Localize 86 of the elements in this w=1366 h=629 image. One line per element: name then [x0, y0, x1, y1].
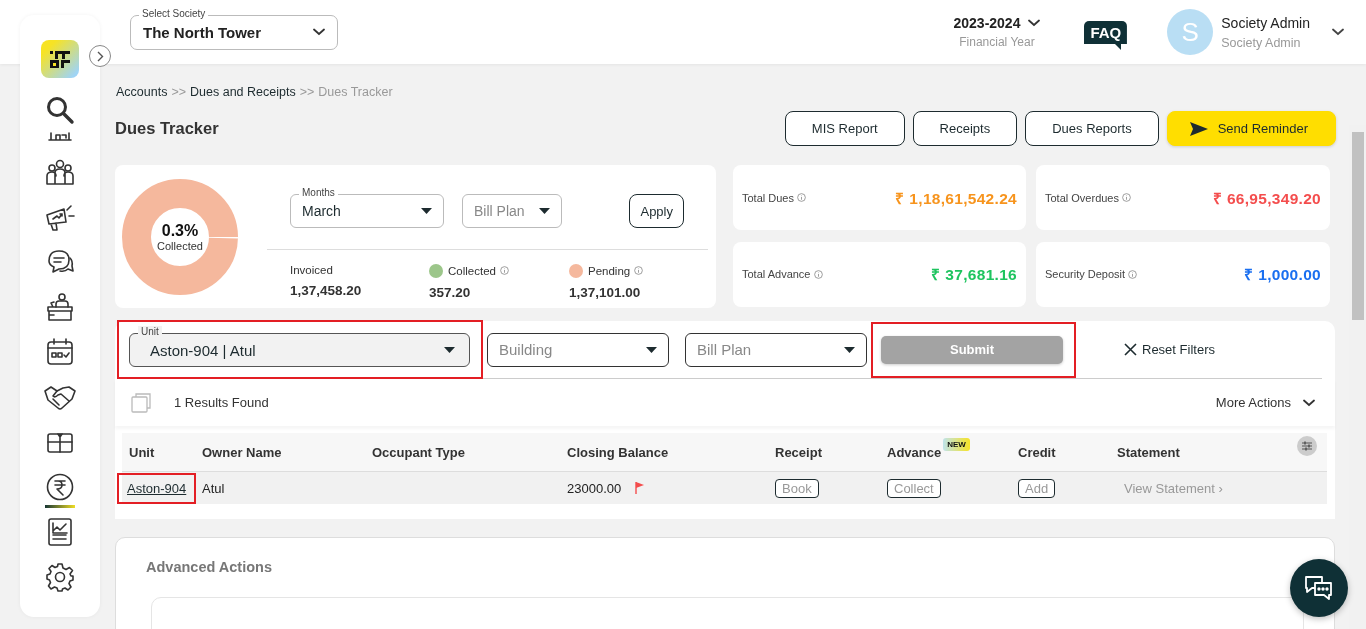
column-header: Credit — [1018, 444, 1056, 460]
stat-label: Pending — [588, 264, 631, 277]
info-icon — [797, 193, 806, 202]
sidebar-expand-button[interactable] — [89, 45, 111, 67]
unit-link[interactable]: Aston-904 — [127, 480, 187, 496]
chevron-down-icon — [1303, 398, 1315, 407]
column-settings-icon[interactable] — [1297, 436, 1317, 456]
column-header: Statement — [1117, 444, 1180, 460]
field-label: Months — [299, 187, 338, 199]
rupee-icon — [45, 472, 75, 502]
report-button[interactable]: Receipts — [912, 111, 1018, 146]
donut-caption: Collected — [157, 239, 203, 252]
total-amount: ₹ 66,95,349.20 — [1213, 188, 1321, 209]
column-header: Unit — [129, 444, 155, 460]
building-select[interactable]: Building — [487, 332, 669, 367]
send-icon — [1189, 121, 1208, 136]
report-button[interactable]: Dues Reports — [1025, 111, 1159, 146]
chevron-down-icon — [313, 28, 325, 36]
results-count: 1 Results Found — [174, 395, 269, 410]
report-button[interactable]: MIS Report — [784, 111, 905, 146]
total-label: Total Dues — [742, 191, 794, 204]
table-cell-text: Atul — [202, 480, 226, 496]
faq-button[interactable]: FAQ — [1084, 20, 1128, 50]
financial-year-caption: Financial Year — [959, 35, 1035, 49]
stat-label: Collected — [448, 264, 496, 277]
field-label: Select Society — [139, 7, 209, 20]
more-actions-button[interactable]: More Actions — [1215, 395, 1315, 410]
info-icon — [634, 266, 644, 275]
column-header: Owner Name — [202, 444, 282, 460]
caret-icon — [646, 346, 657, 353]
financial-year-select[interactable]: 2023-2024 — [953, 15, 1021, 31]
building-icon — [47, 130, 73, 142]
table-cell: 23000.00 — [567, 480, 622, 496]
settings-icon — [45, 562, 75, 592]
megaphone-icon — [44, 202, 76, 232]
people-icon — [45, 157, 75, 187]
column-header: Occupant Type — [372, 444, 465, 460]
report-icon — [45, 517, 75, 547]
collected-percent: 0.3% — [161, 221, 199, 240]
breadcrumb-current: Dues Tracker — [318, 85, 393, 99]
bill-plan-select[interactable]: Bill Plan — [462, 194, 562, 228]
total-amount: ₹ 1,18,61,542.24 — [895, 188, 1017, 209]
calendar-icon — [45, 337, 75, 367]
column-header: Closing Balance — [567, 444, 669, 460]
new-badge: NEW — [943, 437, 970, 451]
close-icon — [1124, 343, 1137, 356]
total-label: Security Deposit — [1045, 268, 1126, 280]
info-icon — [813, 269, 823, 279]
stat-value: 1,37,101.00 — [569, 284, 642, 300]
caret-icon — [444, 347, 455, 353]
chevron-right-icon — [96, 50, 104, 62]
stat-value: 357.20 — [429, 284, 472, 300]
desk-icon — [45, 292, 75, 322]
caret-icon — [421, 208, 432, 214]
apply-button[interactable]: Apply — [629, 194, 684, 228]
total-amount: ₹ 1,000.00 — [1244, 265, 1321, 285]
search-icon — [45, 95, 75, 125]
breadcrumb-separator: >> — [171, 85, 187, 99]
send-reminder-button[interactable]: Send Reminder — [1166, 111, 1336, 146]
total-label: Total Overdues — [1045, 191, 1119, 204]
breadcrumb-link[interactable]: Accounts — [116, 85, 168, 99]
bill-plan-select[interactable]: Bill Plan — [685, 332, 867, 367]
user-name: Society Admin — [1221, 14, 1310, 31]
section-title: Advanced Actions — [146, 559, 273, 575]
caret-icon — [844, 346, 855, 353]
app-logo[interactable] — [41, 40, 79, 78]
caret-icon — [539, 208, 550, 214]
chevron-down-icon — [1028, 19, 1041, 27]
info-icon — [1122, 193, 1131, 202]
breadcrumb-separator: >> — [299, 85, 315, 99]
reset-filters-button[interactable]: Reset Filters — [1124, 342, 1215, 357]
field-label: Unit — [138, 326, 162, 338]
chat-icon — [1304, 574, 1334, 602]
select-all-checkbox-icon[interactable] — [131, 392, 151, 413]
total-amount: ₹ 37,681.16 — [931, 265, 1017, 285]
column-header: Receipt — [775, 444, 822, 460]
stat-value: 1,37,458.20 — [290, 282, 363, 298]
info-icon — [499, 266, 509, 275]
page-title: Dues Tracker — [115, 119, 219, 138]
breadcrumb-link[interactable]: Dues and Receipts — [190, 85, 296, 99]
info-icon — [1128, 269, 1138, 279]
total-label: Total Advance — [742, 268, 811, 280]
user-role: Society Admin — [1221, 35, 1302, 50]
column-header: Advance — [887, 444, 942, 460]
chevron-down-icon — [1332, 28, 1344, 36]
stat-label: Invoiced — [290, 263, 333, 276]
